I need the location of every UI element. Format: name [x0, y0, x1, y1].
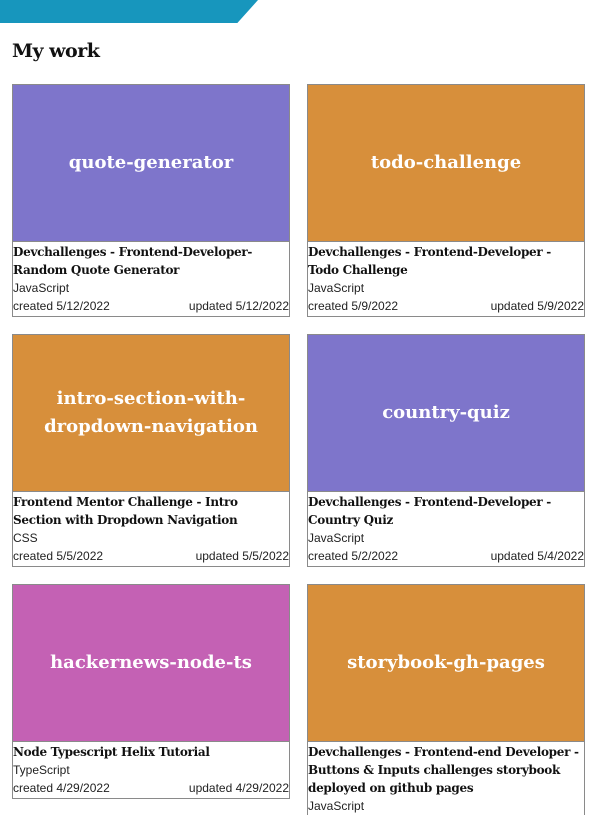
- project-card-storybook-gh-pages[interactable]: storybook-gh-pages Devchallenges - Front…: [307, 584, 585, 815]
- updated-date: updated 5/9/2022: [490, 299, 584, 313]
- project-card-todo-challenge[interactable]: todo-challenge Devchallenges - Frontend-…: [307, 84, 585, 317]
- project-title: intro-section-with-dropdown-navigation: [44, 388, 258, 437]
- project-title: hackernews-node-ts: [50, 652, 252, 673]
- project-cover: quote-generator: [13, 85, 289, 242]
- project-title: todo-challenge: [370, 152, 522, 173]
- project-description: Devchallenges - Frontend-Developer - Cou…: [308, 495, 551, 527]
- project-title: storybook-gh-pages: [347, 652, 545, 673]
- project-cover: todo-challenge: [308, 85, 584, 242]
- project-dates: created 5/5/2022 updated 5/5/2022: [13, 547, 289, 566]
- project-description: Devchallenges - Frontend-Developer- Rand…: [13, 245, 253, 277]
- project-language: JavaScript: [308, 531, 365, 545]
- created-date: created 5/9/2022: [308, 299, 399, 313]
- project-cover: country-quiz: [308, 335, 584, 492]
- project-cover: intro-section-with-dropdown-navigation: [13, 335, 289, 492]
- created-date: created 4/29/2022: [13, 781, 110, 795]
- project-description: Devchallenges - Frontend-Developer - Tod…: [308, 245, 551, 277]
- created-date: created 5/5/2022: [13, 549, 104, 563]
- project-language: TypeScript: [13, 763, 70, 777]
- project-card-intro-section[interactable]: intro-section-with-dropdown-navigation F…: [12, 334, 290, 567]
- updated-date: updated 5/4/2022: [490, 549, 584, 563]
- updated-date: updated 5/12/2022: [188, 299, 289, 313]
- project-language: JavaScript: [308, 281, 365, 295]
- project-description: Node Typescript Helix Tutorial: [13, 745, 210, 759]
- project-card-quote-generator[interactable]: quote-generator Devchallenges - Frontend…: [12, 84, 290, 317]
- top-banner: [0, 0, 258, 23]
- project-language: CSS: [13, 531, 38, 545]
- project-dates: created 5/12/2022 updated 5/12/2022: [13, 297, 289, 316]
- project-language: JavaScript: [13, 281, 70, 295]
- updated-date: updated 4/29/2022: [188, 781, 289, 795]
- updated-date: updated 5/5/2022: [195, 549, 289, 563]
- project-language: JavaScript: [308, 799, 365, 813]
- project-description: Frontend Mentor Challenge - Intro Sectio…: [13, 495, 238, 527]
- project-description: Devchallenges - Frontend-end Developer -…: [308, 745, 579, 795]
- project-card-country-quiz[interactable]: country-quiz Devchallenges - Frontend-De…: [307, 334, 585, 567]
- project-cover: storybook-gh-pages: [308, 585, 584, 742]
- project-dates: created 4/29/2022 updated 4/29/2022: [13, 779, 289, 798]
- project-card-hackernews-node-ts[interactable]: hackernews-node-ts Node Typescript Helix…: [12, 584, 290, 799]
- created-date: created 5/2/2022: [308, 549, 399, 563]
- section-title: My work: [12, 40, 100, 62]
- project-title: country-quiz: [382, 402, 510, 423]
- project-dates: created 5/9/2022 updated 5/9/2022: [308, 297, 584, 316]
- project-dates: created 5/2/2022 updated 5/4/2022: [308, 547, 584, 566]
- project-title: quote-generator: [68, 152, 234, 173]
- project-cover: hackernews-node-ts: [13, 585, 289, 742]
- created-date: created 5/12/2022: [13, 299, 110, 313]
